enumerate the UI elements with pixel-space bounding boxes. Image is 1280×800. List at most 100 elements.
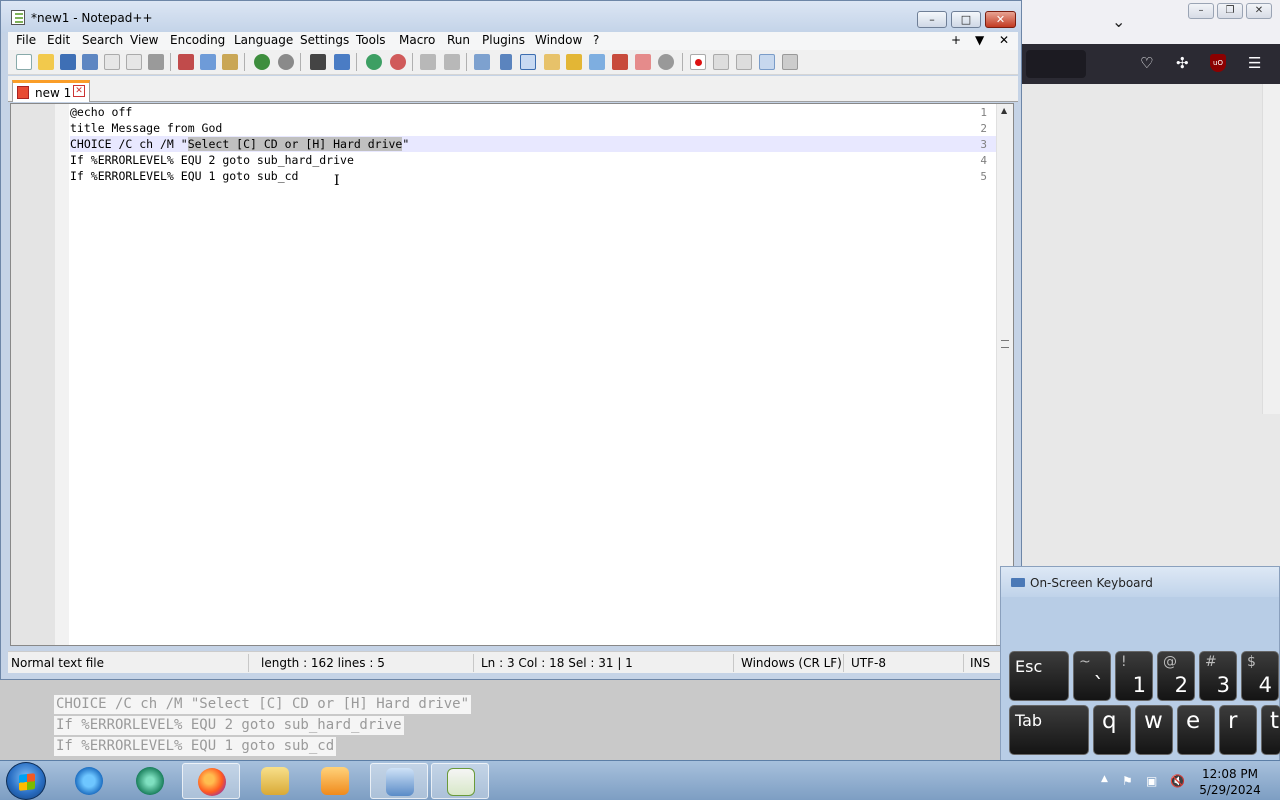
menu-macro[interactable]: Macro <box>399 33 435 47</box>
menu-search[interactable]: Search <box>82 33 123 47</box>
key-e[interactable]: e <box>1177 705 1215 755</box>
scroll-grip[interactable] <box>1001 340 1009 348</box>
save-all-icon[interactable] <box>82 54 98 70</box>
key-1[interactable]: ! 1 <box>1115 651 1153 701</box>
taskbar-firefox[interactable] <box>182 763 240 799</box>
close-button[interactable]: ✕ <box>985 11 1016 28</box>
extensions-icon[interactable]: ✣ <box>1176 54 1189 72</box>
browser-minimize-button[interactable]: – <box>1188 3 1214 19</box>
print-icon[interactable] <box>148 54 164 70</box>
menu-view[interactable]: View <box>130 33 158 47</box>
menu-encoding[interactable]: Encoding <box>170 33 225 47</box>
key-q[interactable]: q <box>1093 705 1131 755</box>
key-backtick[interactable]: ~ ` <box>1073 651 1111 701</box>
close-all-icon[interactable] <box>126 54 142 70</box>
taskbar-media-player[interactable] <box>306 763 364 799</box>
sync-horizontal-icon[interactable] <box>444 54 460 70</box>
toolbar-separator <box>412 53 413 71</box>
start-button[interactable] <box>6 762 46 800</box>
key-t[interactable]: t <box>1261 705 1280 755</box>
maximize-button[interactable]: □ <box>951 11 981 28</box>
word-wrap-icon[interactable] <box>474 54 490 70</box>
key-2[interactable]: @2 <box>1157 651 1195 701</box>
folder-as-workspace-icon[interactable] <box>589 54 605 70</box>
menu-window[interactable]: Window <box>535 33 582 47</box>
menu-edit[interactable]: Edit <box>47 33 70 47</box>
run-macro-multiple-icon[interactable] <box>759 54 775 70</box>
chevron-down-icon[interactable]: ⌄ <box>1112 12 1125 31</box>
browser-close-button[interactable]: ✕ <box>1246 3 1272 19</box>
taskbar-notepad-plus-plus[interactable] <box>431 763 489 799</box>
selected-text: Select [C] CD or [H] Hard drive <box>187 137 403 151</box>
new-tab-button[interactable]: + <box>951 33 961 47</box>
editor-vertical-scrollbar[interactable]: ▲ <box>996 104 1013 645</box>
volume-muted-icon[interactable]: 🔇 <box>1170 774 1185 788</box>
tab-close-icon[interactable]: ✕ <box>73 85 85 97</box>
key-esc[interactable]: Esc <box>1009 651 1069 701</box>
scroll-up-icon[interactable]: ▲ <box>1001 106 1007 115</box>
taskbar-file-explorer[interactable] <box>246 763 304 799</box>
close-file-icon[interactable] <box>104 54 120 70</box>
stop-recording-icon[interactable] <box>713 54 729 70</box>
close-document-button[interactable]: ✕ <box>999 33 1009 47</box>
replace-icon[interactable] <box>334 54 350 70</box>
function-list-icon[interactable] <box>566 54 582 70</box>
status-divider <box>733 654 734 672</box>
save-macro-icon[interactable] <box>782 54 798 70</box>
key-r[interactable]: r <box>1219 705 1257 755</box>
paste-icon[interactable] <box>222 54 238 70</box>
key-4[interactable]: $4 <box>1241 651 1279 701</box>
menu-icon[interactable]: ☰ <box>1248 54 1261 72</box>
document-map-icon[interactable] <box>612 54 628 70</box>
record-macro-icon[interactable] <box>690 54 706 70</box>
monitoring-icon[interactable] <box>658 54 674 70</box>
toolbar <box>8 50 1018 75</box>
network-icon[interactable]: ▣ <box>1146 774 1157 788</box>
zoom-out-icon[interactable] <box>390 54 406 70</box>
taskbar-chat-app[interactable] <box>121 763 179 799</box>
new-file-icon[interactable] <box>16 54 32 70</box>
show-hidden-icons-icon[interactable]: ▲ <box>1101 774 1108 784</box>
document-list-icon[interactable] <box>635 54 651 70</box>
tab-list-button[interactable]: ▼ <box>975 33 984 47</box>
system-clock[interactable]: 12:08 PM 5/29/2024 <box>1196 766 1264 798</box>
ghost-line: If %ERRORLEVEL% EQU 2 goto sub_hard_driv… <box>54 716 404 735</box>
user-defined-language-icon[interactable] <box>544 54 560 70</box>
find-icon[interactable] <box>310 54 326 70</box>
pocket-icon[interactable]: ♡ <box>1140 54 1153 72</box>
open-file-icon[interactable] <box>38 54 54 70</box>
indent-guide-icon[interactable] <box>520 54 536 70</box>
menu-settings[interactable]: Settings <box>300 33 349 47</box>
menu-run[interactable]: Run <box>447 33 470 47</box>
minimize-button[interactable]: – <box>917 11 947 28</box>
url-bar[interactable] <box>1026 50 1086 78</box>
browser-scrollbar[interactable] <box>1262 84 1280 414</box>
zoom-in-icon[interactable] <box>366 54 382 70</box>
keyboard-icon <box>1011 578 1025 587</box>
action-center-flag-icon[interactable]: ⚑ <box>1122 774 1133 788</box>
key-3[interactable]: #3 <box>1199 651 1237 701</box>
taskbar-remote-desktop[interactable] <box>370 763 428 799</box>
show-all-characters-icon[interactable] <box>500 54 512 70</box>
copy-icon[interactable] <box>200 54 216 70</box>
browser-content <box>1020 84 1280 600</box>
menu-help[interactable]: ? <box>593 33 599 47</box>
menu-tools[interactable]: Tools <box>356 33 386 47</box>
menu-language[interactable]: Language <box>234 33 293 47</box>
ublock-icon[interactable]: uO <box>1210 54 1226 72</box>
menu-file[interactable]: File <box>16 33 36 47</box>
playback-macro-icon[interactable] <box>736 54 752 70</box>
undo-icon[interactable] <box>254 54 270 70</box>
browser-restore-button[interactable]: ❐ <box>1217 3 1243 19</box>
toolbar-separator <box>356 53 357 71</box>
sync-vertical-icon[interactable] <box>420 54 436 70</box>
redo-icon[interactable] <box>278 54 294 70</box>
taskbar-internet-explorer[interactable] <box>60 763 118 799</box>
cut-icon[interactable] <box>178 54 194 70</box>
tab-new1[interactable]: new 1 ✕ <box>12 80 90 102</box>
editor-area[interactable]: 1 2 3 4 5 @echo off title Message from G… <box>10 103 1014 646</box>
key-tab[interactable]: Tab <box>1009 705 1089 755</box>
menu-plugins[interactable]: Plugins <box>482 33 525 47</box>
key-w[interactable]: w <box>1135 705 1173 755</box>
save-icon[interactable] <box>60 54 76 70</box>
